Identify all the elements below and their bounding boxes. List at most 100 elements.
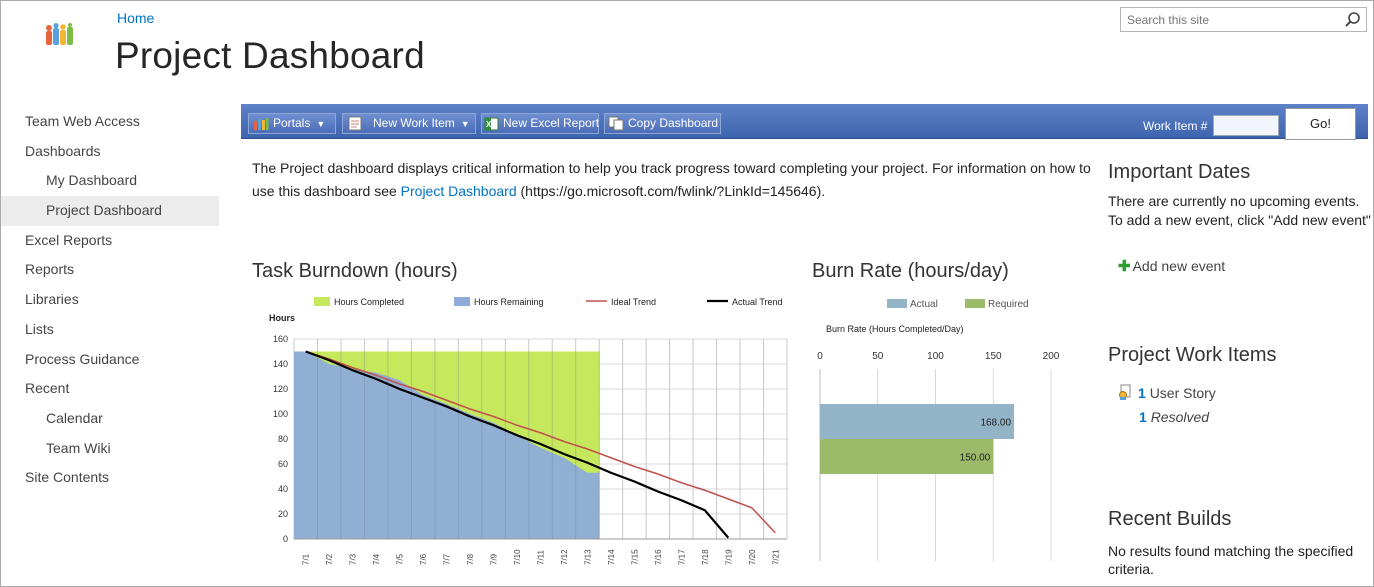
project-dashboard-help-link[interactable]: Project Dashboard bbox=[401, 183, 517, 199]
x-tick-label: 7/14 bbox=[607, 549, 616, 565]
y-tick-label: 20 bbox=[278, 509, 288, 519]
legend-label: Actual bbox=[910, 299, 938, 310]
x-tick-label: 0 bbox=[817, 351, 823, 362]
nav-item-lists[interactable]: Lists bbox=[1, 315, 219, 345]
add-new-event-label: Add new event bbox=[1132, 258, 1226, 274]
copy-icon bbox=[608, 116, 624, 131]
x-tick-label: 7/5 bbox=[396, 553, 405, 565]
y-tick-label: 80 bbox=[278, 434, 288, 444]
resolved-count-link[interactable]: 1 bbox=[1139, 409, 1147, 425]
legend-label: Ideal Trend bbox=[611, 297, 656, 307]
work-item-number-input[interactable] bbox=[1213, 115, 1279, 136]
x-tick-label: 7/11 bbox=[537, 549, 546, 565]
chart-subtitle: Burn Rate (Hours Completed/Day) bbox=[826, 324, 964, 334]
x-tick-label: 7/21 bbox=[771, 549, 780, 565]
search-icon[interactable] bbox=[1344, 11, 1361, 28]
portals-button[interactable]: Portals ▼ bbox=[248, 113, 336, 134]
y-tick-label: 160 bbox=[273, 334, 288, 344]
legend-swatch bbox=[454, 297, 470, 306]
legend-label: Required bbox=[988, 299, 1029, 310]
user-story-label: User Story bbox=[1149, 385, 1216, 401]
y-tick-label: 0 bbox=[283, 534, 288, 544]
copy-dashboard-button[interactable]: Copy Dashboard bbox=[604, 113, 721, 134]
add-event-hint-text: To add a new event, click "Add new event… bbox=[1108, 212, 1371, 228]
important-dates-message: There are currently no upcoming events. … bbox=[1108, 192, 1373, 230]
y-tick-label: 40 bbox=[278, 484, 288, 494]
nav-item-recent[interactable]: Recent bbox=[1, 374, 219, 404]
user-story-icon bbox=[1119, 384, 1131, 400]
nav-item-my-dashboard[interactable]: My Dashboard bbox=[1, 166, 219, 196]
add-new-event-link[interactable]: ✚ Add new event bbox=[1118, 257, 1225, 275]
resolved-count-row: 1 Resolved bbox=[1139, 409, 1209, 425]
user-story-count-row: 1 User Story bbox=[1117, 384, 1216, 401]
bar-value-label: 168.00 bbox=[980, 418, 1011, 429]
recent-builds-title: Recent Builds bbox=[1108, 508, 1232, 530]
legend-swatch bbox=[887, 299, 907, 308]
resolved-label: Resolved bbox=[1150, 409, 1210, 425]
y-tick-label: 100 bbox=[273, 409, 288, 419]
task-burndown-chart: 0 20 40 60 80 100 120 140 160 Hours 7/1 7/2 7/3 7/4 7/… bbox=[269, 297, 788, 565]
nav-item-process-guidance[interactable]: Process Guidance bbox=[1, 345, 219, 375]
new-excel-report-button[interactable]: X New Excel Report bbox=[481, 113, 599, 134]
y-tick-label: 60 bbox=[278, 459, 288, 469]
x-tick-label: 50 bbox=[872, 351, 884, 362]
legend-swatch bbox=[965, 299, 985, 308]
x-tick-label: 7/20 bbox=[748, 549, 757, 565]
legend-label: Actual Trend bbox=[732, 297, 783, 307]
nav-item-team-wiki[interactable]: Team Wiki bbox=[1, 434, 219, 464]
bar-value-label: 150.00 bbox=[960, 453, 991, 464]
nav-item-project-dashboard[interactable]: Project Dashboard bbox=[1, 196, 219, 226]
excel-report-icon: X bbox=[484, 117, 499, 131]
x-tick-label: 7/2 bbox=[325, 553, 334, 565]
important-dates-title: Important Dates bbox=[1108, 161, 1251, 183]
portals-label: Portals bbox=[273, 116, 311, 130]
nav-item-dashboards[interactable]: Dashboards bbox=[1, 137, 219, 167]
work-item-number-label: Work Item # bbox=[1143, 119, 1208, 133]
site-logo-icon[interactable] bbox=[45, 23, 75, 47]
description-url-text: (https://go.microsoft.com/fwlink/?LinkId… bbox=[516, 183, 826, 199]
quick-launch-nav: Team Web Access Dashboards My Dashboard Pro… bbox=[1, 107, 219, 493]
x-tick-label: 100 bbox=[927, 351, 944, 362]
x-tick-label: 7/12 bbox=[560, 549, 569, 565]
copy-dashboard-label: Copy Dashboard bbox=[628, 116, 719, 130]
x-tick-label: 7/4 bbox=[372, 553, 381, 565]
page-title: Project Dashboard bbox=[115, 35, 425, 76]
y-axis-title: Hours bbox=[269, 313, 295, 323]
legend-swatch bbox=[314, 297, 330, 306]
nav-item-libraries[interactable]: Libraries bbox=[1, 285, 219, 315]
y-tick-label: 140 bbox=[273, 359, 288, 369]
x-tick-label: 7/19 bbox=[724, 549, 733, 565]
dashboard-description: The Project dashboard displays critical … bbox=[252, 157, 1097, 203]
y-tick-label: 120 bbox=[273, 384, 288, 394]
x-tick-label: 7/10 bbox=[513, 549, 522, 565]
chevron-down-icon: ▼ bbox=[316, 119, 326, 129]
x-tick-label: 7/7 bbox=[443, 553, 452, 565]
legend-label: Hours Remaining bbox=[474, 297, 544, 307]
search-box[interactable] bbox=[1120, 7, 1367, 32]
burn-rate-title: Burn Rate (hours/day) bbox=[812, 260, 1009, 282]
nav-item-site-contents[interactable]: Site Contents bbox=[1, 463, 219, 493]
nav-item-excel-reports[interactable]: Excel Reports bbox=[1, 226, 219, 256]
breadcrumb-home-link[interactable]: Home bbox=[117, 10, 154, 26]
new-work-item-icon bbox=[348, 116, 362, 131]
x-tick-label: 7/9 bbox=[490, 553, 499, 565]
x-tick-label: 7/15 bbox=[630, 549, 639, 565]
legend-label: Hours Completed bbox=[334, 297, 404, 307]
x-tick-label: 200 bbox=[1043, 351, 1060, 362]
x-tick-label: 7/3 bbox=[349, 553, 358, 565]
svg-text:X: X bbox=[486, 120, 492, 129]
nav-item-team-web-access[interactable]: Team Web Access bbox=[1, 107, 219, 137]
new-work-item-button[interactable]: New Work Item ▼ bbox=[342, 113, 476, 134]
x-tick-label: 7/1 bbox=[302, 553, 311, 565]
new-work-item-label: New Work Item bbox=[373, 116, 455, 130]
x-tick-label: 7/16 bbox=[654, 549, 663, 565]
user-story-count-link[interactable]: 1 bbox=[1138, 385, 1146, 401]
recent-builds-message: No results found matching the specified … bbox=[1108, 543, 1354, 577]
nav-item-calendar[interactable]: Calendar bbox=[1, 404, 219, 434]
nav-item-reports[interactable]: Reports bbox=[1, 255, 219, 285]
go-button[interactable]: Go! bbox=[1285, 108, 1356, 140]
x-tick-label: 7/8 bbox=[466, 553, 475, 565]
search-input[interactable] bbox=[1121, 8, 1336, 31]
chevron-down-icon: ▼ bbox=[460, 119, 470, 129]
burn-rate-chart: Actual Required Burn Rate (Hours Completed… bbox=[817, 299, 1060, 561]
